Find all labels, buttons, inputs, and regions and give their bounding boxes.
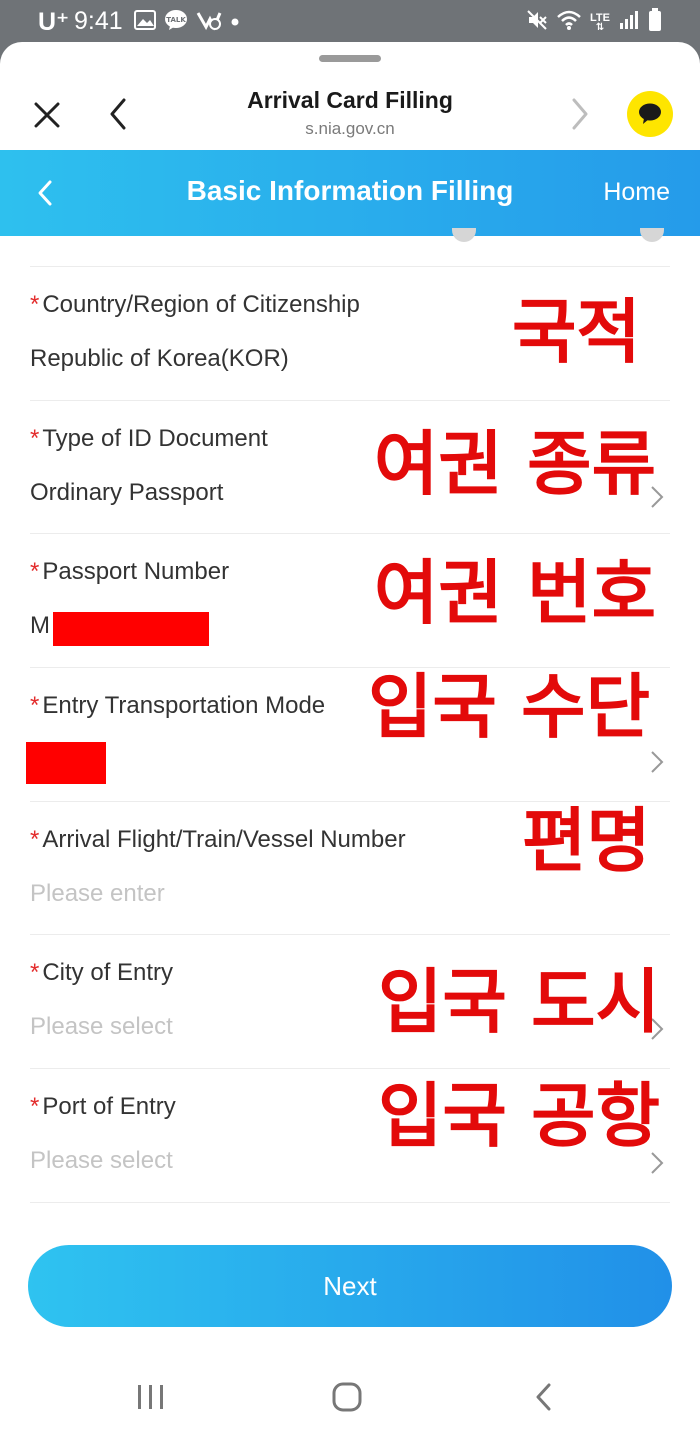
status-bar: U⁺ 9:41 TALK LTE ⇅ — [0, 0, 700, 42]
radio-icon[interactable] — [452, 228, 476, 242]
required-mark: * — [30, 825, 40, 853]
required-mark: * — [30, 291, 40, 318]
field-citizenship[interactable]: * Country/Region of Citizenship Republic … — [30, 267, 670, 401]
field-id-document-type[interactable]: * Type of ID Document Ordinary Passport 여… — [30, 401, 670, 535]
city-of-entry-label: City of Entry — [42, 959, 174, 987]
field-label: * City of Entry — [30, 959, 173, 987]
page-title: Basic Information Filling — [186, 175, 514, 206]
sheet-grabber[interactable] — [319, 55, 381, 62]
home-icon[interactable] — [331, 1382, 363, 1417]
id-type-value: Ordinary Passport — [30, 478, 224, 506]
field-flight-number[interactable]: * Arrival Flight/Train/Vessel Number Plea… — [30, 802, 670, 936]
system-nav-bar — [0, 1352, 700, 1438]
dot-icon — [230, 14, 240, 32]
redaction-box — [53, 612, 209, 647]
citizenship-label: Country/Region of Citizenship — [42, 291, 360, 318]
signal-icon — [618, 9, 640, 36]
chevron-right-icon — [651, 751, 664, 773]
field-label: * Passport Number — [30, 558, 229, 586]
field-label: * Port of Entry — [30, 1093, 176, 1121]
field-passport-number[interactable]: * Passport Number M 여권 번호 — [30, 534, 670, 669]
lte-icon: LTE ⇅ — [590, 11, 610, 33]
annotation-flight-number: 편명 — [522, 799, 651, 882]
kakao-chat-icon[interactable] — [627, 91, 673, 137]
image-icon — [134, 10, 156, 35]
browser-toolbar: Arrival Card Filling s.nia.gov.cn — [0, 72, 700, 150]
port-of-entry-label: Port of Entry — [42, 1093, 176, 1121]
svg-text:TALK: TALK — [166, 16, 186, 24]
field-city-of-entry[interactable]: * City of Entry Please select 입국 도시 — [30, 935, 670, 1070]
required-mark: * — [30, 558, 40, 586]
clock: 9:41 — [74, 7, 123, 35]
annotation-port-of-entry: 입국 공항 — [378, 1075, 660, 1158]
field-label: * Type of ID Document — [30, 425, 268, 453]
annotation-city-of-entry: 입국 도시 — [378, 961, 660, 1044]
annotation-transport-mode: 입국 수단 — [368, 666, 650, 749]
battery-icon — [648, 8, 662, 37]
field-label: * Country/Region of Citizenship — [30, 291, 360, 319]
citizenship-value: Republic of Korea(KOR) — [30, 345, 289, 372]
browser-url: s.nia.gov.cn — [305, 119, 395, 138]
annotation-citizenship: 국적 — [512, 291, 641, 373]
home-link[interactable]: Home — [603, 178, 670, 207]
list-item-partial — [30, 228, 670, 267]
required-mark: * — [30, 424, 40, 452]
required-mark: * — [30, 959, 40, 987]
wifi-icon — [556, 9, 582, 36]
in-app-browser-sheet: Arrival Card Filling s.nia.gov.cn Basic … — [0, 42, 700, 1438]
passport-number-label: Passport Number — [42, 558, 230, 586]
required-mark: * — [30, 1093, 40, 1121]
city-of-entry-select[interactable]: Please select — [30, 1013, 173, 1041]
port-of-entry-select[interactable]: Please select — [30, 1147, 173, 1175]
field-label: * Arrival Flight/Train/Vessel Number — [30, 826, 406, 854]
field-label: * Entry Transportation Mode — [30, 692, 325, 720]
carrier-label: U⁺ — [38, 8, 70, 36]
redaction-box — [26, 742, 106, 785]
next-button[interactable]: Next — [28, 1245, 672, 1327]
forward-icon[interactable] — [566, 96, 594, 132]
lte-label: LTE — [590, 11, 610, 24]
annotation-id-type: 여권 종류 — [374, 422, 656, 505]
browser-page-title: Arrival Card Filling — [247, 87, 453, 113]
app-header: Basic Information Filling Home — [0, 150, 700, 236]
annotation-passport-number: 여권 번호 — [374, 552, 656, 635]
field-transport-mode[interactable]: * Entry Transportation Mode 입국 수단 — [26, 666, 670, 802]
system-back-icon[interactable] — [533, 1382, 555, 1417]
mail-icon — [196, 9, 222, 36]
mute-icon — [526, 9, 548, 36]
talk-icon: TALK — [164, 9, 188, 36]
recent-apps-icon[interactable] — [136, 1384, 166, 1415]
transport-mode-label: Entry Transportation Mode — [42, 692, 326, 720]
flight-number-label: Arrival Flight/Train/Vessel Number — [42, 825, 406, 853]
required-mark: * — [30, 692, 40, 720]
basic-info-form: * Country/Region of Citizenship Republic … — [26, 228, 670, 1203]
field-port-of-entry[interactable]: * Port of Entry Please select 입국 공항 — [30, 1069, 670, 1203]
passport-number-value: M — [30, 612, 50, 640]
radio-icon[interactable] — [640, 228, 664, 242]
flight-number-input[interactable]: Please enter — [30, 880, 165, 908]
id-type-label: Type of ID Document — [42, 424, 268, 452]
